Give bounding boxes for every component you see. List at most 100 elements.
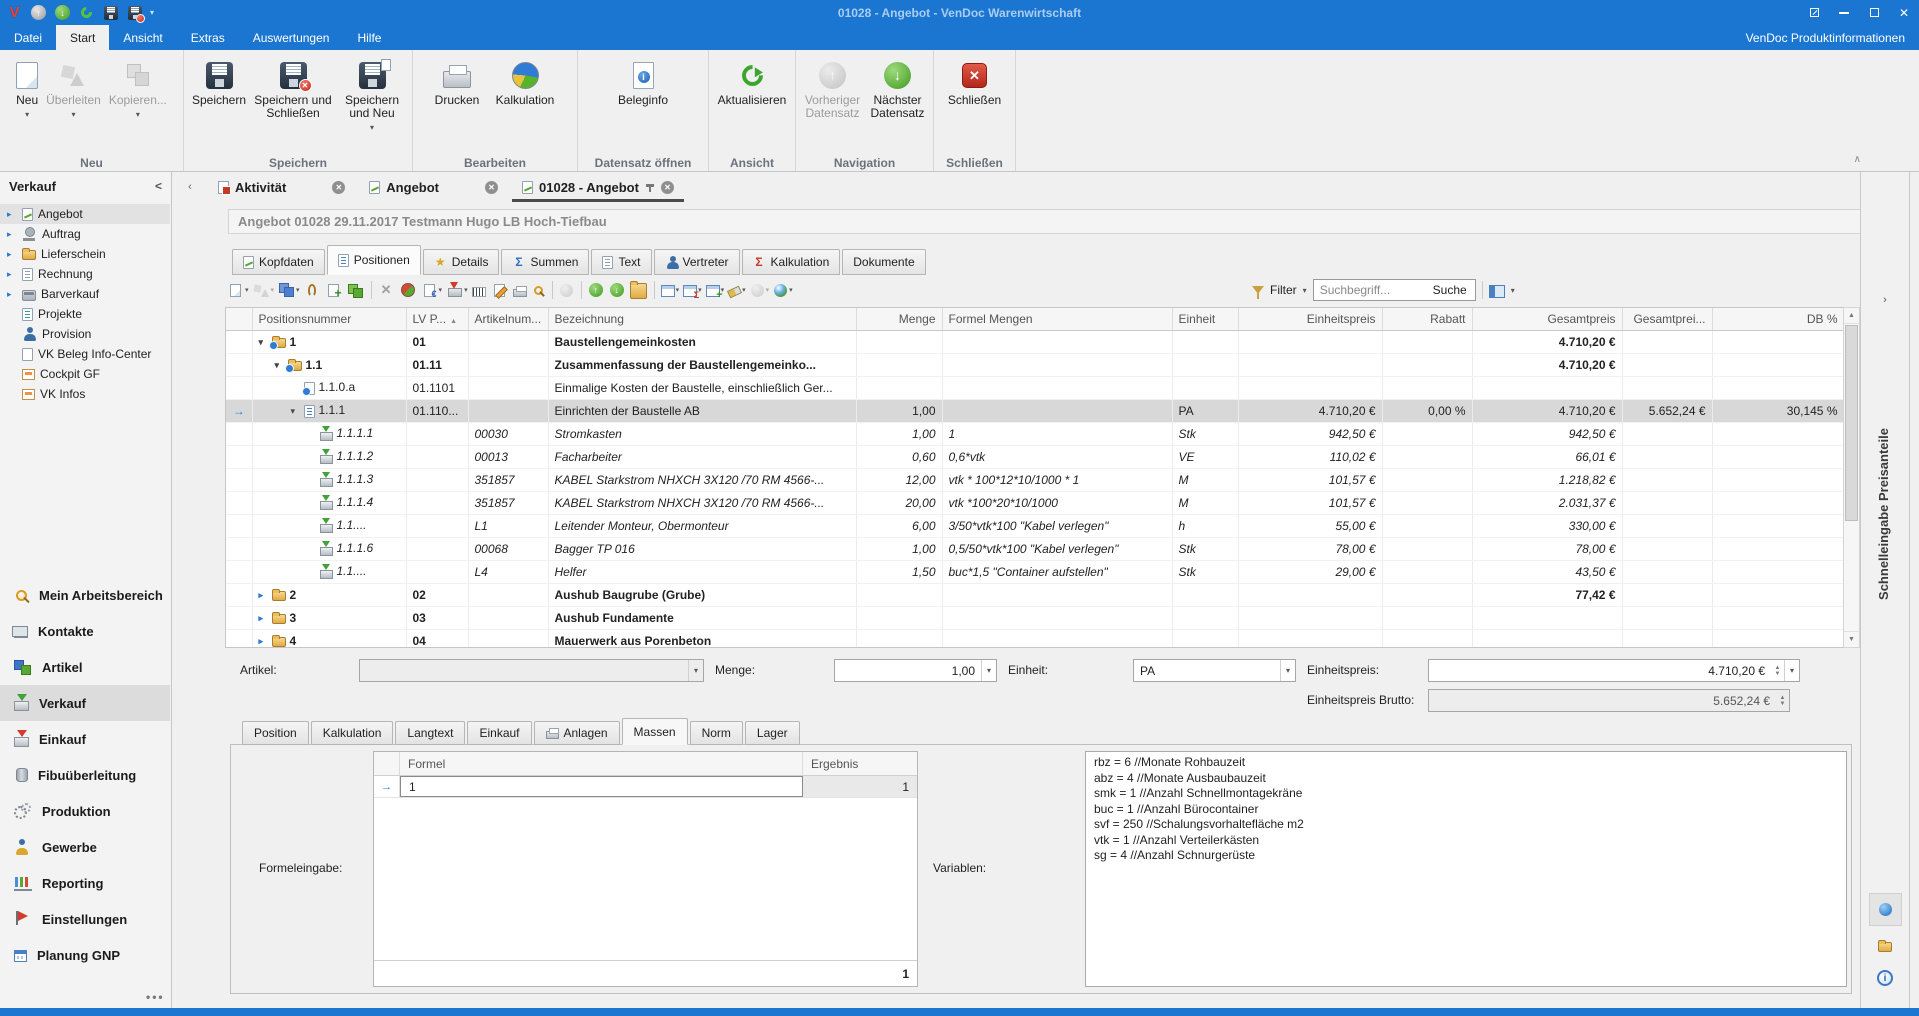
- gesamtpreis-brutto-cell[interactable]: [1622, 376, 1712, 399]
- einheit-cell[interactable]: [1172, 583, 1238, 606]
- sidebar-item-auftrag[interactable]: Auftrag: [0, 224, 170, 244]
- barcode-icon[interactable]: [470, 278, 489, 302]
- sidebar-item-vk-beleg-info-center[interactable]: VK Beleg Info-Center: [0, 344, 170, 364]
- rabatt-cell[interactable]: [1382, 376, 1472, 399]
- einheit-cell[interactable]: Stk: [1172, 422, 1238, 445]
- einheit-combobox[interactable]: PA▾: [1133, 659, 1296, 682]
- table-row[interactable]: 1.1.1.4 351857 KABEL Starkstrom NHXCH 3X…: [226, 491, 1844, 514]
- gesamtpreis-cell[interactable]: 4.710,20 €: [1472, 353, 1622, 376]
- artikelnummer-cell[interactable]: 351857: [468, 468, 548, 491]
- rabatt-cell[interactable]: [1382, 445, 1472, 468]
- tab-kopfdaten[interactable]: Kopfdaten: [232, 249, 325, 275]
- bezeichnung-cell[interactable]: Mauerwerk aus Porenbeton: [548, 629, 856, 648]
- sidebar-item-cockpit-gf[interactable]: Cockpit GF: [0, 364, 170, 384]
- position-number-cell[interactable]: 1.1....: [252, 560, 406, 583]
- menu-tab-extras[interactable]: Extras: [177, 25, 239, 50]
- sidebar-item-barverkauf[interactable]: Barverkauf: [0, 284, 170, 304]
- artikelnummer-cell[interactable]: [468, 629, 548, 648]
- formel-column-header[interactable]: Formel: [400, 752, 803, 775]
- expander-icon[interactable]: [259, 590, 272, 601]
- gesamtpreis-cell[interactable]: 1.218,82 €: [1472, 468, 1622, 491]
- table-row[interactable]: 1.1.... L4 Helfer 1,50 buc*1,5 "Containe…: [226, 560, 1844, 583]
- menu-tab-hilfe[interactable]: Hilfe: [343, 25, 395, 50]
- artikelnummer-cell[interactable]: 00013: [468, 445, 548, 468]
- rabatt-cell[interactable]: [1382, 491, 1472, 514]
- edit-icon[interactable]: [489, 278, 511, 302]
- ribbon-collapse-icon[interactable]: ∧: [1854, 154, 1861, 165]
- tab-langtext[interactable]: Langtext: [395, 721, 465, 745]
- position-number-cell[interactable]: 1: [252, 330, 406, 353]
- copy-icon[interactable]: ▾: [276, 278, 302, 302]
- rabatt-cell[interactable]: [1382, 514, 1472, 537]
- table-row[interactable]: 2 02 Aushub Baugrube (Grube) 77,42 €: [226, 583, 1844, 606]
- column-header[interactable]: Menge: [856, 308, 942, 330]
- beleginfo-button[interactable]: Beleginfo: [598, 56, 688, 110]
- bezeichnung-cell[interactable]: Aushub Baugrube (Grube): [548, 583, 856, 606]
- artikelnummer-cell[interactable]: [468, 606, 548, 629]
- pin-icon[interactable]: [645, 182, 655, 193]
- gesamtpreis-brutto-cell[interactable]: [1622, 468, 1712, 491]
- grid-view-icon[interactable]: ▾: [659, 278, 682, 302]
- qat-previous-button[interactable]: ↑: [30, 4, 47, 21]
- search-input[interactable]: [1314, 283, 1425, 297]
- lv-cell[interactable]: 01.1101: [406, 376, 468, 399]
- menge-cell[interactable]: 1,00: [856, 422, 942, 445]
- lv-cell[interactable]: [406, 514, 468, 537]
- formel-cell[interactable]: vtk * 100*12*10/1000 * 1: [942, 468, 1172, 491]
- gesamtpreis-cell[interactable]: 43,50 €: [1472, 560, 1622, 583]
- gesamtpreis-cell[interactable]: 66,01 €: [1472, 445, 1622, 468]
- lv-cell[interactable]: 03: [406, 606, 468, 629]
- rabatt-cell[interactable]: [1382, 629, 1472, 648]
- sidebar-item-projekte[interactable]: Projekte: [0, 304, 170, 324]
- position-number-cell[interactable]: 1.1.1.2: [252, 445, 406, 468]
- lv-cell[interactable]: [406, 537, 468, 560]
- artikelnummer-cell[interactable]: [468, 353, 548, 376]
- column-header[interactable]: Einheit: [1172, 308, 1238, 330]
- formel-cell[interactable]: [942, 353, 1172, 376]
- bezeichnung-cell[interactable]: Zusammenfassung der Baustellengemeinko..…: [548, 353, 856, 376]
- aktualisieren-button[interactable]: Aktualisieren: [713, 56, 792, 110]
- column-header[interactable]: Bezeichnung: [548, 308, 856, 330]
- gesamtpreis-brutto-cell[interactable]: [1622, 537, 1712, 560]
- sidebar-item-angebot[interactable]: Angebot: [0, 204, 170, 224]
- formel-cell[interactable]: buc*1,5 "Container aufstellen": [942, 560, 1172, 583]
- table-scrollbar[interactable]: ▲ ▼: [1843, 307, 1860, 648]
- einheit-cell[interactable]: h: [1172, 514, 1238, 537]
- db-cell[interactable]: [1712, 560, 1844, 583]
- doc-tab-aktivitaet[interactable]: Aktivität: [208, 172, 355, 202]
- tab-norm[interactable]: Norm: [690, 721, 743, 745]
- einheitspreis-cell[interactable]: 101,57 €: [1238, 468, 1382, 491]
- einheit-cell[interactable]: [1172, 330, 1238, 353]
- table-row[interactable]: 3 03 Aushub Fundamente: [226, 606, 1844, 629]
- tab-summen[interactable]: Summen: [501, 249, 589, 275]
- artikelnummer-cell[interactable]: 00030: [468, 422, 548, 445]
- menge-cell[interactable]: [856, 629, 942, 648]
- sidebar-collapse-icon[interactable]: <: [155, 179, 162, 193]
- gesamtpreis-brutto-cell[interactable]: [1622, 583, 1712, 606]
- transfer-icon[interactable]: ▾: [251, 278, 277, 302]
- einheit-cell[interactable]: Stk: [1172, 560, 1238, 583]
- close-tab-icon[interactable]: [661, 181, 674, 194]
- module-reporting[interactable]: Reporting: [0, 865, 170, 901]
- artikelnummer-cell[interactable]: [468, 376, 548, 399]
- module-produktion[interactable]: Produktion: [0, 793, 170, 829]
- speichern-und-neu-button[interactable]: Speichern und Neu: [336, 56, 408, 137]
- db-cell[interactable]: [1712, 353, 1844, 376]
- lv-cell[interactable]: [406, 560, 468, 583]
- menge-cell[interactable]: 6,00: [856, 514, 942, 537]
- gesamtpreis-brutto-cell[interactable]: [1622, 629, 1712, 648]
- einheitspreis-field[interactable]: 4.710,20 € ▲▼ ▾: [1428, 659, 1800, 682]
- column-header[interactable]: Gesamtpreis: [1472, 308, 1622, 330]
- qat-refresh-button[interactable]: [78, 4, 95, 21]
- position-number-cell[interactable]: 1.1.1: [252, 399, 406, 422]
- sidebar-overflow-icon[interactable]: •••: [146, 990, 165, 1004]
- lv-cell[interactable]: 01.11: [406, 353, 468, 376]
- indicator-column-header[interactable]: [226, 308, 252, 330]
- move-up-icon[interactable]: [586, 278, 607, 302]
- column-header[interactable]: Einheitspreis: [1238, 308, 1382, 330]
- gesamtpreis-brutto-cell[interactable]: [1622, 353, 1712, 376]
- formel-cell[interactable]: 0,5/50*vtk*100 "Kabel verlegen": [942, 537, 1172, 560]
- tab-anlagen[interactable]: Anlagen: [534, 721, 620, 745]
- new-position-icon[interactable]: ▾: [225, 278, 251, 302]
- position-number-cell[interactable]: 4: [252, 629, 406, 648]
